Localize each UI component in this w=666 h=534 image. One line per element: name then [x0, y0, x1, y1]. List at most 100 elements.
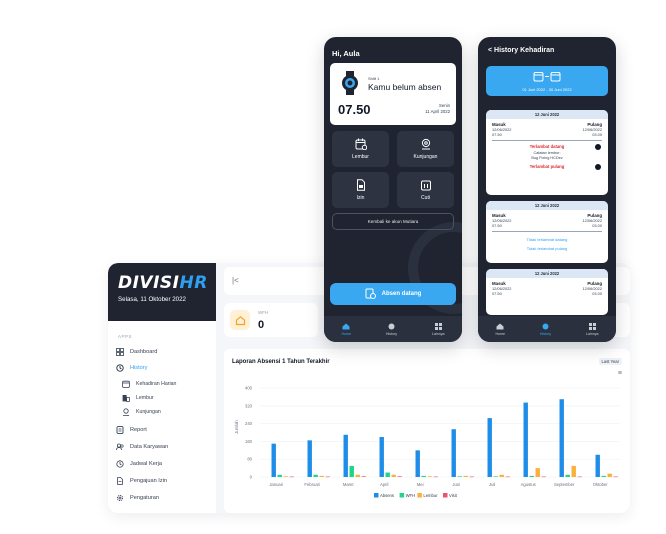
- nav-label: Home: [495, 331, 506, 336]
- button-label: Lembur: [352, 154, 369, 160]
- nav-label: Lainnya: [585, 331, 599, 336]
- bar-visit: [577, 476, 582, 478]
- expand-icon[interactable]: [595, 164, 601, 170]
- y-axis-label: Jumlah: [234, 420, 239, 434]
- bar-absens: [379, 437, 384, 477]
- history-title[interactable]: < History Kehadiran: [488, 47, 554, 54]
- masuk-time: 07.50: [492, 291, 502, 296]
- bar-absens: [451, 429, 456, 477]
- divisihr-logo[interactable]: DIVISIHR: [118, 273, 208, 293]
- history-card[interactable]: 12 Juni 2022 Masuk 12/06/2022 07.50 Pulang…: [486, 269, 608, 315]
- nav-home[interactable]: Home: [341, 323, 351, 336]
- sidebar-item-kehadiran-harian[interactable]: Kehadiran Harian: [122, 380, 176, 388]
- bar-absens: [415, 450, 420, 477]
- bar-absens: [523, 402, 528, 477]
- x-tick-label: Agustus: [521, 482, 536, 487]
- bar-visit: [469, 476, 474, 478]
- current-time: 07.50: [338, 102, 371, 117]
- bar-wfh: [313, 474, 318, 477]
- y-tick-label: 240: [245, 421, 253, 426]
- day-date: 11 April 2022: [425, 109, 450, 114]
- sidebar-item-lembur[interactable]: Lembur: [122, 394, 154, 402]
- user-pin-icon: [122, 408, 130, 416]
- map-pin-icon: [397, 138, 454, 150]
- sidebar-item-label: Lembur: [136, 395, 154, 401]
- history-card[interactable]: 12 Juni 2022 Masuk 12/06/2022 07.50 Pulang…: [486, 110, 608, 195]
- divider: [492, 140, 602, 141]
- calendar-icon: [397, 179, 454, 191]
- switch-account-button[interactable]: Kembali ke akun Mutiara: [332, 213, 454, 230]
- bar-wfh: [601, 475, 606, 477]
- nav-label: History: [385, 331, 398, 336]
- chart-period-button[interactable]: Last Year: [598, 358, 622, 365]
- history-card-date: 12 Juni 2022: [486, 269, 608, 278]
- sidebar-item-jadwal-kerja[interactable]: Jadwal Kerja: [116, 460, 162, 468]
- bar-absens: [595, 454, 600, 477]
- expand-icon[interactable]: [595, 144, 601, 150]
- calendar-icon: [122, 380, 130, 388]
- sidebar-item-pengajuan-izin[interactable]: Pengajuan Izin: [116, 477, 167, 485]
- nav-history[interactable]: History: [386, 323, 397, 336]
- chart-title: Laporan Absensi 1 Tahun Terakhir: [232, 359, 330, 365]
- sidebar-item-history[interactable]: History: [116, 364, 147, 372]
- date-range-card[interactable]: 01 Juni 2022 - 30 Juni 2022: [486, 66, 608, 96]
- bar-visit: [433, 476, 438, 478]
- menu-section-heading: APPS: [118, 334, 133, 339]
- izin-button[interactable]: Izin: [332, 172, 389, 208]
- sidebar-item-dashboard[interactable]: Dashboard: [116, 348, 157, 356]
- building-icon: [122, 394, 130, 402]
- sidebar-item-label: History: [130, 365, 148, 371]
- pulang-column: Pulang 12/06/2022 03.00: [583, 213, 602, 228]
- clock-icon: [388, 323, 395, 331]
- pulang-column: Pulang 12/06/2022 03.00: [583, 122, 602, 137]
- clock-icon: [542, 323, 549, 331]
- report-icon: [116, 426, 124, 434]
- nav-home[interactable]: Home: [495, 323, 505, 336]
- bar-visit: [289, 476, 294, 478]
- collapse-sidebar-icon[interactable]: |<: [232, 276, 239, 285]
- screenshot-stage: DIVISIHR Selasa, 11 Oktober 2022 APPS Da…: [0, 0, 666, 534]
- cuti-button[interactable]: Cuti: [397, 172, 454, 208]
- phone-home-screen: Hi, Aula Shift 1 Kamu belum absen 07.50 …: [324, 37, 462, 342]
- sidebar-item-pengaturan[interactable]: Pengaturan: [116, 494, 159, 502]
- bar-wfh: [565, 474, 570, 477]
- nav-history[interactable]: History: [540, 323, 551, 336]
- nav-lainnya[interactable]: Lainnya: [431, 322, 445, 336]
- history-card[interactable]: 12 Juni 2022 Masuk 12/06/2022 07.50 Pulang…: [486, 201, 608, 263]
- x-tick-label: September: [554, 482, 575, 487]
- bar-lembur: [319, 475, 324, 477]
- lembur-button[interactable]: Lembur: [332, 131, 389, 167]
- home-icon: [496, 323, 504, 331]
- nav-lainnya[interactable]: Lainnya: [585, 322, 599, 336]
- x-tick-label: Juli: [489, 482, 495, 487]
- pulang-time: 03.00: [592, 132, 602, 137]
- x-tick-label: Mei: [417, 482, 424, 487]
- bar-lembur: [499, 474, 504, 477]
- legend-swatch: [374, 493, 379, 498]
- calendar-plus-icon: [332, 138, 389, 150]
- y-tick-label: 400: [245, 386, 253, 391]
- legend-swatch: [443, 493, 448, 498]
- bar-visit: [505, 476, 510, 478]
- absen-datang-button[interactable]: Absen datang: [330, 283, 456, 305]
- bar-wfh: [457, 476, 462, 477]
- masuk-column: Masuk 12/06/2022 07.50: [492, 122, 511, 137]
- sidebar-item-data-karyawan[interactable]: Data Karyawan: [116, 443, 168, 451]
- bar-absens: [487, 418, 492, 477]
- sidebar-item-kunjungan[interactable]: Kunjungan: [122, 408, 161, 416]
- nav-label: Lainnya: [431, 331, 445, 336]
- x-tick-label: Maret: [343, 482, 355, 487]
- on-time-departure-text: Tidak terlambat pulang: [526, 246, 568, 251]
- attendance-status-card: Shift 1 Kamu belum absen 07.50 Senin 11 A…: [330, 63, 456, 125]
- kunjungan-button[interactable]: Kunjungan: [397, 131, 454, 167]
- stat-value: 0: [258, 319, 265, 331]
- sidebar-item-label: Kehadiran Harian: [136, 381, 177, 387]
- masuk-column: Masuk 12/06/2022 07.50: [492, 281, 511, 296]
- late-departure-row: Terlambat pulang: [486, 164, 608, 170]
- clock-in-icon: [365, 288, 376, 301]
- legend-label: Visit: [449, 493, 458, 498]
- logo-text: DIVISI: [118, 273, 180, 293]
- masuk-column: Masuk 12/06/2022 07.50: [492, 213, 511, 228]
- sidebar-item-report[interactable]: Report: [116, 426, 147, 434]
- bar-absens: [559, 399, 564, 477]
